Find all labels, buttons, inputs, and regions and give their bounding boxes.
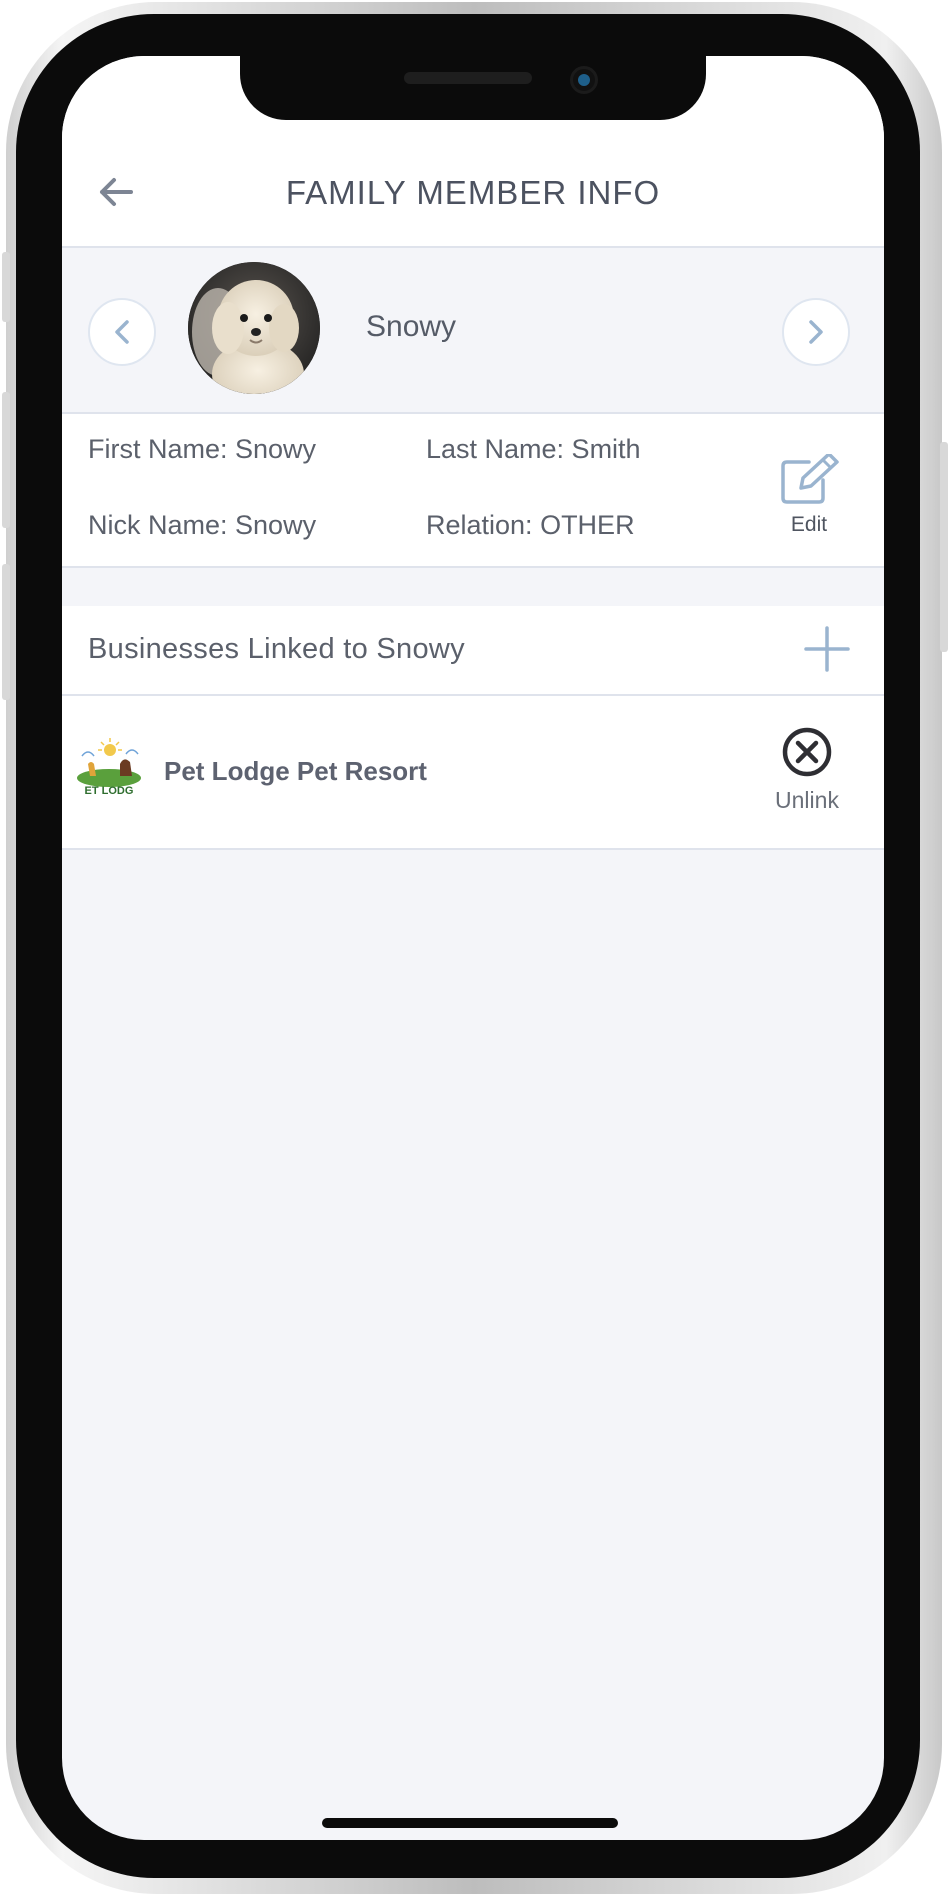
logo-text: ET LODG [85,785,134,797]
chevron-right-icon [809,320,823,344]
power-button [940,442,948,652]
close-circle-icon [782,727,832,777]
edit-button[interactable]: Edit [774,452,844,550]
last-name: Last Name: Smith [426,434,641,464]
add-business-button[interactable] [804,626,850,672]
chevron-left-icon [115,320,129,344]
unlink-button[interactable]: Unlink [762,726,852,814]
business-list-item: ET LODG Pet Lodge Pet Resort Unlink [62,696,884,850]
avatar [188,262,320,394]
businesses-title: Businesses Linked to Snowy [88,633,465,665]
front-camera [570,66,598,94]
profile-switcher: Snowy [62,248,884,414]
mute-switch [2,252,10,322]
edit-icon [781,452,839,504]
plus-icon [804,626,850,672]
edit-label: Edit [790,513,828,536]
business-logo: ET LODG [76,736,142,802]
nick-name: Nick Name: Snowy [88,510,317,540]
first-name: First Name: Snowy [88,434,317,464]
relation: Relation: OTHER [426,510,635,540]
speaker [404,72,532,84]
home-indicator[interactable] [322,1818,618,1828]
notch [240,56,706,120]
previous-member-button[interactable] [88,298,156,366]
member-details: First Name: Snowy Last Name: Smith Nick … [62,414,884,568]
businesses-header: Businesses Linked to Snowy [62,606,884,696]
screen: FAMILY MEMBER INFO Snowy First Name: Sno… [62,56,884,1840]
volume-down-button [2,564,10,700]
business-name: Pet Lodge Pet Resort [164,756,427,786]
next-member-button[interactable] [782,298,850,366]
member-name: Snowy [366,310,457,343]
dog-photo [188,262,320,394]
pet-lodge-logo: ET LODG [76,736,142,802]
unlink-label: Unlink [775,787,839,813]
volume-up-button [2,392,10,528]
page-title: FAMILY MEMBER INFO [285,174,661,211]
